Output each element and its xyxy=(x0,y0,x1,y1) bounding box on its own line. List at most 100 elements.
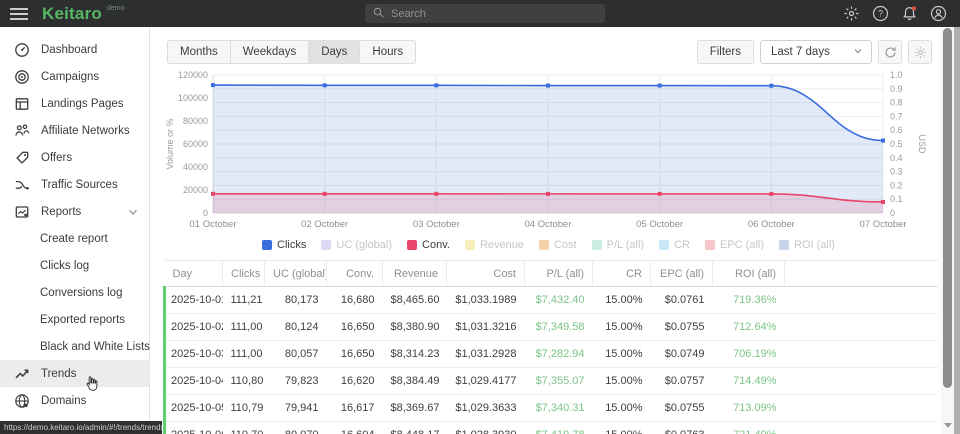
legend-label: Conv. xyxy=(422,239,450,251)
svg-text:06 October: 06 October xyxy=(748,219,795,230)
date-range-value: Last 7 days xyxy=(771,46,830,58)
svg-text:0.1: 0.1 xyxy=(890,194,903,204)
cell: $0.0757 xyxy=(651,368,713,395)
granularity-tabs: MonthsWeekdaysDaysHours xyxy=(167,40,416,64)
col-header-roi-all[interactable]: ROI (all) xyxy=(713,261,785,287)
legend-item-clicks[interactable]: Clicks xyxy=(262,239,306,251)
sidebar-item-label: Dashboard xyxy=(41,44,97,56)
cell: $7,349.58 xyxy=(525,314,593,341)
legend-item-epc-all[interactable]: EPC (all) xyxy=(705,239,764,251)
cell: 110,79 xyxy=(223,395,265,422)
scrollbar-thumb[interactable] xyxy=(943,28,952,388)
sidebar-item-traffic-sources[interactable]: Traffic Sources xyxy=(0,171,149,198)
search-input[interactable] xyxy=(391,8,581,20)
global-search[interactable] xyxy=(365,4,605,23)
cell: $8,465.60 xyxy=(383,287,447,314)
sidebar-item-domains[interactable]: Domains xyxy=(0,387,149,414)
sidebar-item-campaigns[interactable]: Campaigns xyxy=(0,63,149,90)
tab-weekdays[interactable]: Weekdays xyxy=(230,40,309,64)
col-header-cost[interactable]: Cost xyxy=(447,261,525,287)
tab-hours[interactable]: Hours xyxy=(359,40,416,64)
menu-icon[interactable] xyxy=(9,7,29,21)
cell: 111,00 xyxy=(223,341,265,368)
campaigns-icon xyxy=(14,69,30,85)
sidebar-item-exported-reports[interactable]: Exported reports xyxy=(0,306,149,333)
sidebar-item-trends[interactable]: Trends xyxy=(0,360,149,387)
svg-text:80000: 80000 xyxy=(183,116,208,126)
svg-text:07 October: 07 October xyxy=(860,219,907,230)
legend-label: CR xyxy=(674,239,690,251)
sidebar-item-label: Landings Pages xyxy=(41,98,123,110)
legend-item-revenue[interactable]: Revenue xyxy=(465,239,524,251)
filters-button[interactable]: Filters xyxy=(697,40,754,64)
sidebar-item-conversions-log[interactable]: Conversions log xyxy=(0,279,149,306)
svg-text:04 October: 04 October xyxy=(525,219,572,230)
tab-days[interactable]: Days xyxy=(308,40,360,64)
legend-item-p-l-all[interactable]: P/L (all) xyxy=(592,239,645,251)
gear-icon[interactable] xyxy=(843,5,860,22)
legend-item-cr[interactable]: CR xyxy=(659,239,690,251)
cell xyxy=(785,314,938,341)
sidebar-item-clicks-log[interactable]: Clicks log xyxy=(0,252,149,279)
app-logo[interactable]: Keitaro xyxy=(42,0,102,27)
legend-label: Revenue xyxy=(480,239,524,251)
sidebar-item-affiliate-networks[interactable]: Affiliate Networks xyxy=(0,117,149,144)
refresh-button[interactable] xyxy=(878,40,902,64)
col-header-revenue[interactable]: Revenue xyxy=(383,261,447,287)
cell: 15.00% xyxy=(593,395,651,422)
sidebar-item-label: Black and White Lists xyxy=(40,341,150,353)
sidebar-item-dashboard[interactable]: Dashboard xyxy=(0,36,149,63)
legend-label: ROI (all) xyxy=(794,239,835,251)
cell: 80,173 xyxy=(265,287,327,314)
legend-item-uc-global[interactable]: UC (global) xyxy=(321,239,392,251)
cell: $7,432.40 xyxy=(525,287,593,314)
cell: 713.09% xyxy=(713,395,785,422)
svg-text:USD: USD xyxy=(917,134,927,154)
legend-swatch xyxy=(659,240,669,250)
cell: 16,604 xyxy=(327,422,383,434)
vertical-scrollbar xyxy=(941,27,954,434)
col-header-uc-global[interactable]: UC (global) xyxy=(265,261,327,287)
cell: 2025-10-06 xyxy=(165,422,223,434)
cell: 16,620 xyxy=(327,368,383,395)
legend-label: Clicks xyxy=(277,239,306,251)
chevron-down-icon xyxy=(127,206,139,218)
scrollbar-down-arrow[interactable] xyxy=(944,423,952,428)
topbar-icons: ? xyxy=(843,0,947,27)
legend-item-conv[interactable]: Conv. xyxy=(407,239,450,251)
date-range-select[interactable]: Last 7 days xyxy=(760,40,872,64)
cell: $7,282.94 xyxy=(525,341,593,368)
cell: $1,031.2928 xyxy=(447,341,525,368)
cell: 2025-10-05 xyxy=(165,395,223,422)
legend-item-cost[interactable]: Cost xyxy=(539,239,577,251)
search-icon xyxy=(373,5,384,23)
table-row: 2025-10-01111,2180,17316,680$8,465.60$1,… xyxy=(165,287,938,314)
col-header-clicks[interactable]: Clicks xyxy=(223,261,265,287)
sidebar-item-reports[interactable]: Reports xyxy=(0,198,149,225)
legend-item-roi-all[interactable]: ROI (all) xyxy=(779,239,835,251)
cell: 110,80 xyxy=(223,368,265,395)
col-header-epc-all[interactable]: EPC (all) xyxy=(651,261,713,287)
sidebar-item-black-and-white-lists[interactable]: Black and White Lists xyxy=(0,333,149,360)
chart-settings-button[interactable] xyxy=(908,40,932,64)
tab-months[interactable]: Months xyxy=(167,40,231,64)
status-url-tooltip: https://demo.keitaro.io/admin/#!/trends/… xyxy=(0,421,162,434)
cell: 111,00 xyxy=(223,314,265,341)
bell-icon[interactable] xyxy=(901,5,918,22)
svg-text:0.2: 0.2 xyxy=(890,180,903,190)
col-header-conv[interactable]: Conv. xyxy=(327,261,383,287)
sidebar-item-landings-pages[interactable]: Landings Pages xyxy=(0,90,149,117)
trends-icon xyxy=(14,366,30,382)
legend-swatch xyxy=(592,240,602,250)
col-header-p-l-all[interactable]: P/L (all) xyxy=(525,261,593,287)
sidebar-item-create-report[interactable]: Create report xyxy=(0,225,149,252)
svg-text:0.9: 0.9 xyxy=(890,84,903,94)
col-header-cr[interactable]: CR xyxy=(593,261,651,287)
col-header-day[interactable]: Day xyxy=(165,261,223,287)
sidebar-item-offers[interactable]: Offers xyxy=(0,144,149,171)
sidebar-item-label: Clicks log xyxy=(40,260,89,272)
account-icon[interactable] xyxy=(930,5,947,22)
window-edge xyxy=(954,27,960,434)
cell: 719.36% xyxy=(713,287,785,314)
help-icon[interactable]: ? xyxy=(872,5,889,22)
